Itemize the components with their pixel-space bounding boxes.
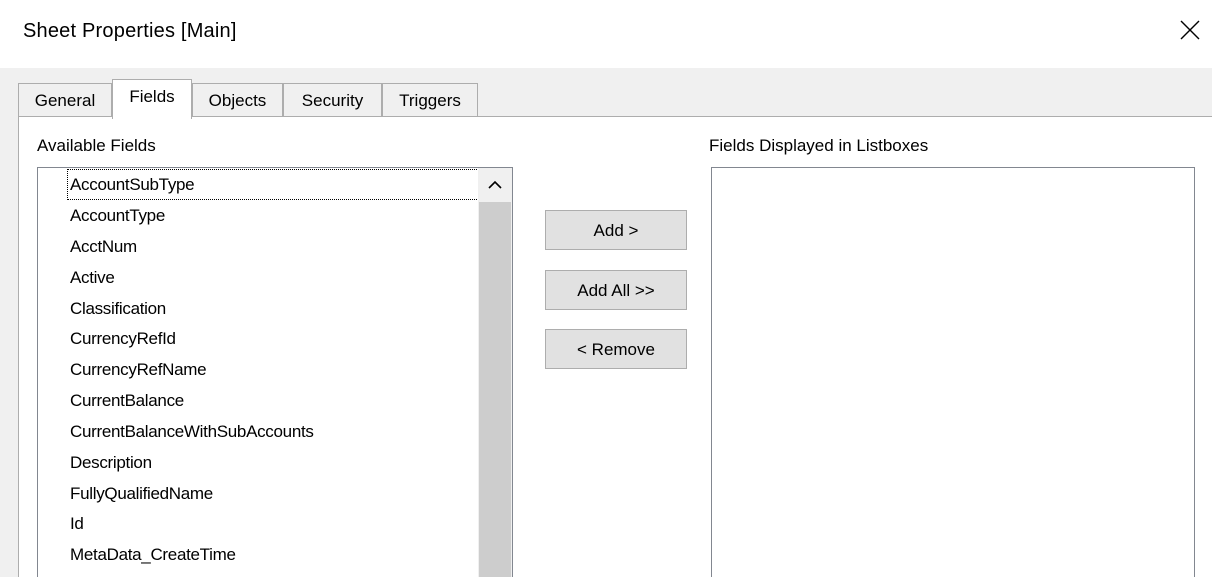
list-item[interactable]: Active <box>70 263 115 292</box>
list-item[interactable]: CurrencyRefName <box>70 355 207 384</box>
list-item[interactable]: Id <box>70 509 84 538</box>
list-item[interactable]: CurrencyRefId <box>70 324 176 353</box>
window-title: Sheet Properties [Main] <box>23 20 237 42</box>
tab-general[interactable]: General <box>18 83 112 117</box>
tab-triggers[interactable]: Triggers <box>382 83 478 117</box>
list-item[interactable]: Description <box>70 448 152 477</box>
scroll-up-button[interactable] <box>478 168 512 202</box>
available-fields-label: Available Fields <box>37 136 156 155</box>
tab-fields[interactable]: Fields <box>112 79 192 119</box>
list-item[interactable]: CurrentBalanceWithSubAccounts <box>70 417 314 446</box>
fields-tab-panel: Available Fields AccountSubType AccountT… <box>18 116 1212 577</box>
list-item[interactable]: AccountType <box>70 201 165 230</box>
list-item[interactable]: MetaData_CreateTime <box>70 540 236 569</box>
add-button[interactable]: Add > <box>545 210 687 250</box>
list-item[interactable]: CurrentBalance <box>70 386 184 415</box>
scrollbar-thumb[interactable] <box>479 202 511 577</box>
list-item[interactable]: FullyQualifiedName <box>70 479 213 508</box>
add-all-button[interactable]: Add All >> <box>545 270 687 310</box>
remove-button[interactable]: < Remove <box>545 329 687 369</box>
close-button[interactable] <box>1166 8 1212 56</box>
tab-objects[interactable]: Objects <box>192 83 283 117</box>
available-fields-listbox[interactable]: AccountSubType AccountType AcctNum Activ… <box>37 167 513 577</box>
displayed-fields-label: Fields Displayed in Listboxes <box>709 136 929 155</box>
title-bar: Sheet Properties [Main] <box>0 0 1212 68</box>
chevron-up-icon <box>488 180 502 189</box>
tab-security[interactable]: Security <box>283 83 382 117</box>
vertical-scrollbar[interactable] <box>478 168 512 577</box>
list-item[interactable]: AcctNum <box>70 232 137 261</box>
dialog-body: General Fields Objects Security Triggers… <box>0 68 1212 577</box>
close-icon <box>1180 20 1200 40</box>
list-item[interactable]: AccountSubType <box>67 169 507 200</box>
displayed-fields-listbox[interactable] <box>711 167 1195 577</box>
sheet-properties-dialog: Sheet Properties [Main] General Fields O… <box>0 0 1212 577</box>
list-item[interactable]: Classification <box>70 294 166 323</box>
